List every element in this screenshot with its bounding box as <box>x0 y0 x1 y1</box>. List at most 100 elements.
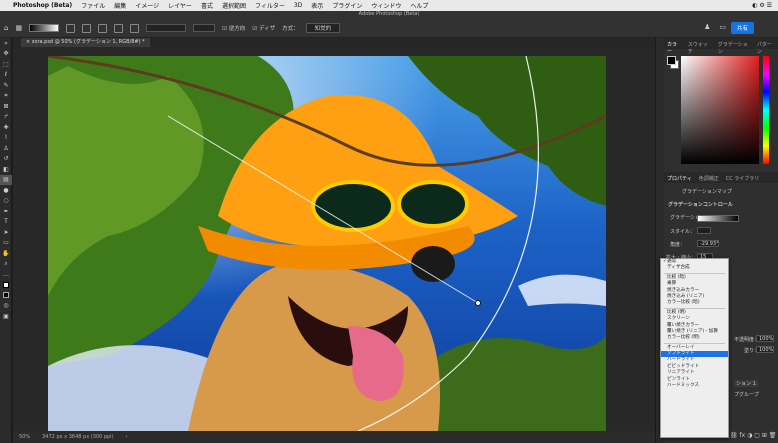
menu-layer[interactable]: レイヤー <box>168 1 192 10</box>
blend-mode-item[interactable]: カラー比較 (明) <box>661 335 728 341</box>
more-tools-icon[interactable]: … <box>0 269 12 280</box>
properties-title: グラデーションマップ <box>682 189 732 195</box>
zoom-level[interactable]: 50% <box>19 434 30 440</box>
frame-tool-icon[interactable]: ⊠ <box>0 101 12 112</box>
document-tab-bar: × sora.psd @ 50% (グラデーション 1, RGB/8#) * <box>13 38 655 47</box>
reverse-checkbox[interactable]: ☑ 逆方向 <box>222 24 245 32</box>
gradient-tool-active-icon[interactable]: ▤ <box>0 174 12 185</box>
zoom-tool-icon[interactable]: ⌕ <box>0 259 12 270</box>
dodge-tool-icon[interactable]: ○ <box>0 196 12 207</box>
hue-slider[interactable] <box>763 56 769 164</box>
move-tool-icon[interactable]: ✥ <box>0 49 12 60</box>
blend-mode-menu[interactable]: 通常ディザ合成比較 (暗)乗算焼き込みカラー焼き込み (リニア)カラー比較 (暗… <box>660 258 729 438</box>
tab-color[interactable]: カラー <box>667 41 681 55</box>
blend-mode-item[interactable]: ディザ合成 <box>661 265 728 271</box>
menu-separator <box>664 342 725 344</box>
menu-separator <box>664 307 725 309</box>
menu-file[interactable]: ファイル <box>81 1 105 10</box>
marquee-tool-icon[interactable]: ⬚ <box>0 59 12 70</box>
document-canvas[interactable] <box>48 56 606 431</box>
stamp-tool-icon[interactable]: ♙ <box>0 143 12 154</box>
foreground-color-swatch[interactable] <box>0 280 12 291</box>
blend-mode-item[interactable]: カラー比較 (暗) <box>661 300 728 306</box>
tab-adjustments[interactable]: 色調補正 <box>699 175 719 182</box>
tab-properties[interactable]: プロパティ <box>667 175 692 182</box>
menu-image[interactable]: イメージ <box>135 1 159 10</box>
style-dropdown[interactable] <box>697 227 711 234</box>
linear-gradient-button[interactable] <box>66 23 76 33</box>
opacity-field[interactable] <box>193 24 216 32</box>
home-icon[interactable]: ⌂ <box>4 24 8 32</box>
layer-panel-footer-icons: ⛓ fx ◑ ▢ ⊞ 🗑 <box>730 432 777 439</box>
brush-tool-icon[interactable]: ⌇ <box>0 133 12 144</box>
layer-group-label[interactable]: プグループ <box>734 391 759 398</box>
path-select-tool-icon[interactable]: ➤ <box>0 227 12 238</box>
quick-select-tool-icon[interactable]: ✎ <box>0 80 12 91</box>
blend-mode-item[interactable]: ハードミックス <box>661 383 728 389</box>
dither-checkbox[interactable]: ☑ ディザ <box>252 24 275 32</box>
crop-tool-icon[interactable]: ⌗ <box>0 91 12 102</box>
tab-patterns[interactable]: パターン <box>757 41 775 55</box>
menu-help[interactable]: ヘルプ <box>410 1 428 10</box>
style-label: スタイル： <box>670 229 696 235</box>
menu-edit[interactable]: 編集 <box>114 1 126 10</box>
reflected-gradient-button[interactable] <box>114 23 124 33</box>
collapse-icon[interactable]: » <box>0 38 12 49</box>
share-button[interactable]: 共有 <box>730 22 754 34</box>
status-arrow-icon[interactable]: › <box>126 434 128 440</box>
method-label: 方式： <box>282 26 299 32</box>
menu-3d[interactable]: 3D <box>294 2 302 9</box>
shape-tool-icon[interactable]: ▭ <box>0 238 12 249</box>
tools-panel: » ✥ ⬚ ℓ ✎ ⌗ ⊠ ⌿ ✚ ⌇ ♙ ↺ ◧ ▤ ● ○ ✒ T ➤ ▭ … <box>0 38 12 443</box>
opacity-value[interactable]: 100% <box>756 335 774 342</box>
quick-mask-icon[interactable]: ◎ <box>0 301 12 312</box>
menu-plugins[interactable]: プラグイン <box>332 1 362 10</box>
eyedropper-tool-icon[interactable]: ⌿ <box>0 112 12 123</box>
menu-separator <box>664 272 725 274</box>
menu-window[interactable]: ウィンドウ <box>371 1 401 10</box>
screen-mode-icon[interactable]: ▭ <box>719 23 726 31</box>
lasso-tool-icon[interactable]: ℓ <box>0 70 12 81</box>
type-tool-icon[interactable]: T <box>0 217 12 228</box>
angle-field[interactable]: -29.93° <box>697 240 719 247</box>
options-right-icons: ♟ ▭ <box>704 23 726 31</box>
color-panel-tabs: カラー スウォッチ グラデーション パターン <box>664 38 778 55</box>
healing-tool-icon[interactable]: ✚ <box>0 122 12 133</box>
background-color-swatch[interactable] <box>0 290 12 301</box>
gradient-swatch[interactable] <box>29 24 60 32</box>
eraser-tool-icon[interactable]: ◧ <box>0 164 12 175</box>
person-icon[interactable]: ♟ <box>704 23 710 31</box>
menu-view[interactable]: 表示 <box>311 1 323 10</box>
diamond-gradient-button[interactable] <box>130 23 140 33</box>
layer-name[interactable]: ション 1 <box>734 380 758 387</box>
fill-value[interactable]: 100% <box>756 346 774 353</box>
app-menu[interactable]: Photoshop (Beta) <box>13 2 72 9</box>
method-dropdown[interactable]: 知覚的 <box>305 23 341 33</box>
hand-tool-icon[interactable]: ✋ <box>0 248 12 259</box>
menu-type[interactable]: 書式 <box>201 1 213 10</box>
mode-dropdown[interactable] <box>146 24 187 32</box>
document-size: 3472 px x 3648 px (300 ppi) <box>42 434 114 440</box>
blur-tool-icon[interactable]: ● <box>0 185 12 196</box>
pen-tool-icon[interactable]: ✒ <box>0 206 12 217</box>
angle-label: 角度： <box>670 242 686 248</box>
status-bar: 50% 3472 px x 3648 px (300 ppi) › <box>13 431 655 443</box>
color-field[interactable] <box>681 56 759 164</box>
tab-cc-libraries[interactable]: CC ライブラリ <box>726 175 760 182</box>
menu-bar: Photoshop (Beta) ファイル 編集 イメージ レイヤー 書式 選択… <box>0 0 778 11</box>
foreground-swatch[interactable] <box>667 56 676 65</box>
gradient-preview[interactable] <box>697 215 739 222</box>
history-brush-icon[interactable]: ↺ <box>0 154 12 165</box>
document-tab[interactable]: × sora.psd @ 50% (グラデーション 1, RGB/8#) * <box>21 38 150 47</box>
tab-swatches[interactable]: スウォッチ <box>688 41 711 55</box>
options-row: ⌂ ▦ ☑ 逆方向 ☑ ディザ 方式： 知覚的 <box>0 19 778 37</box>
tab-gradients[interactable]: グラデーション <box>718 41 750 55</box>
gradient-tool-icon[interactable]: ▦ <box>15 24 22 32</box>
menu-select[interactable]: 選択範囲 <box>222 1 246 10</box>
angle-gradient-button[interactable] <box>98 23 108 33</box>
radial-gradient-button[interactable] <box>82 23 92 33</box>
gradient-controls-header: グラデーションコントロール <box>668 202 733 208</box>
screen-mode-tool-icon[interactable]: ▣ <box>0 311 12 322</box>
reverse-label: 逆方向 <box>228 26 246 32</box>
menu-filter[interactable]: フィルター <box>255 1 285 10</box>
